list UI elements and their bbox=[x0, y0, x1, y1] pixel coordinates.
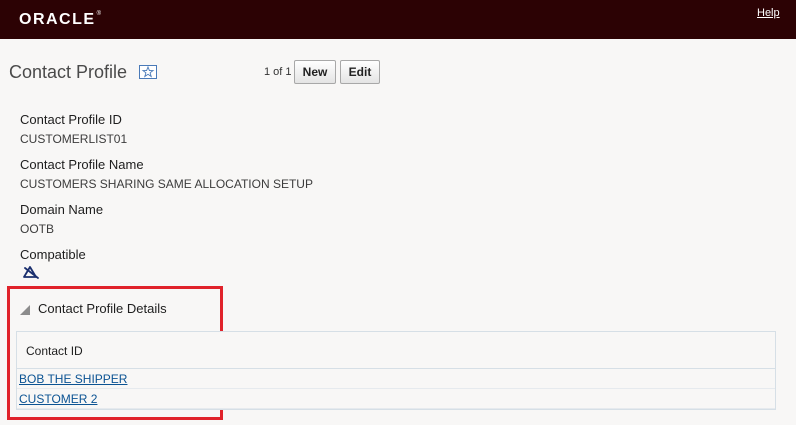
contact-profile-name-value: CUSTOMERS SHARING SAME ALLOCATION SETUP bbox=[20, 177, 313, 191]
details-section-header[interactable]: Contact Profile Details bbox=[20, 301, 167, 316]
compatible-label: Compatible bbox=[20, 247, 86, 262]
disclosure-triangle-icon[interactable] bbox=[20, 304, 30, 315]
column-header-contact-id[interactable]: Contact ID bbox=[26, 344, 83, 358]
top-bar: ORACLE® Help bbox=[0, 0, 796, 39]
help-link[interactable]: Help bbox=[757, 7, 780, 19]
new-button[interactable]: New bbox=[294, 60, 336, 84]
contact-profile-id-label: Contact Profile ID bbox=[20, 112, 122, 127]
edit-button[interactable]: Edit bbox=[340, 60, 380, 84]
contact-link[interactable]: CUSTOMER 2 bbox=[19, 392, 97, 406]
page-title: Contact Profile bbox=[9, 62, 128, 82]
domain-name-label: Domain Name bbox=[20, 202, 104, 217]
table-header: Contact ID bbox=[17, 332, 775, 369]
record-pager: 1 of 1 bbox=[264, 66, 292, 78]
table-row: CUSTOMER 2 bbox=[17, 389, 775, 409]
domain-name-value: OOTB bbox=[20, 222, 55, 236]
section-title: Contact Profile Details bbox=[38, 301, 167, 316]
compatible-icon bbox=[22, 264, 40, 279]
oracle-logo: ORACLE® bbox=[19, 11, 101, 28]
star-icon[interactable] bbox=[139, 65, 157, 79]
contact-link[interactable]: BOB THE SHIPPER bbox=[19, 372, 127, 386]
contact-profile-id-value: CUSTOMERLIST01 bbox=[20, 132, 128, 146]
table-row: BOB THE SHIPPER bbox=[17, 369, 775, 389]
contact-profile-name-label: Contact Profile Name bbox=[20, 157, 144, 172]
contact-table: Contact ID BOB THE SHIPPER CUSTOMER 2 bbox=[16, 331, 776, 410]
